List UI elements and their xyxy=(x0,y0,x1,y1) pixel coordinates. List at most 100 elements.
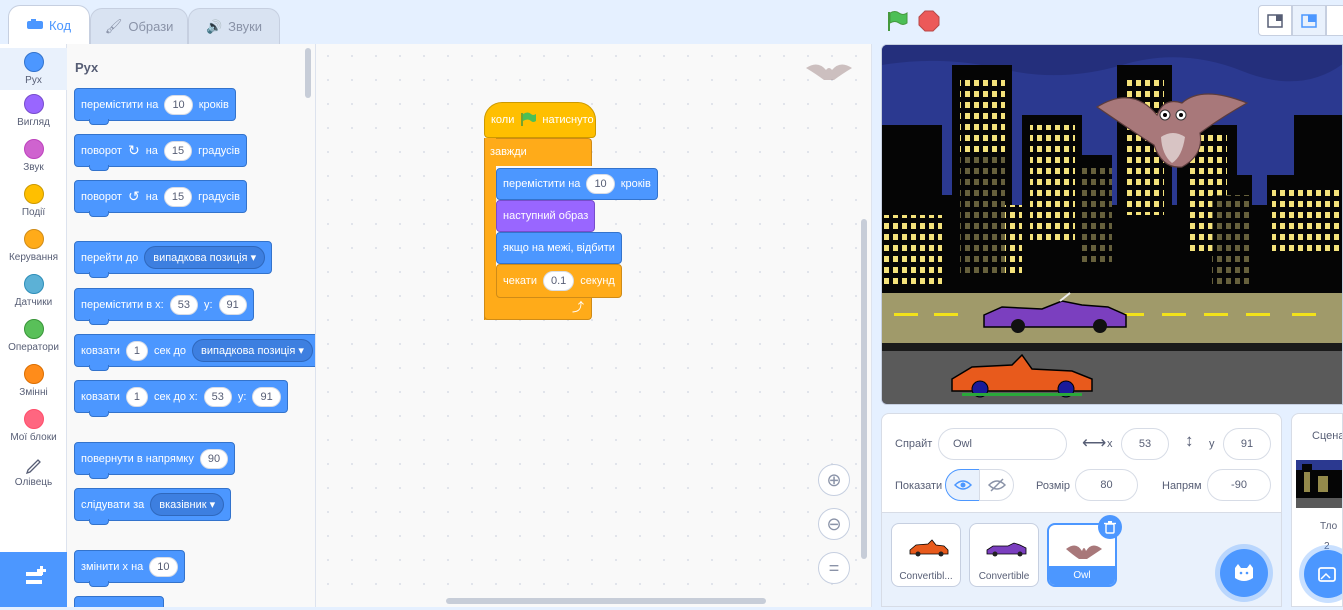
fullscreen-button[interactable] xyxy=(1326,5,1343,36)
tab-sounds[interactable]: 🔊 Звуки xyxy=(188,8,280,44)
block-goto-xy[interactable]: перемістити в x: 53 y: 91 xyxy=(74,288,254,325)
block-text: наступний образ xyxy=(503,210,589,222)
script-hat-block[interactable]: коли натиснуто xyxy=(484,102,596,138)
category-variables[interactable]: Змінні xyxy=(0,364,67,398)
block-input[interactable]: 53 xyxy=(203,386,232,407)
tab-costumes[interactable]: 🖌 Образи xyxy=(90,8,188,44)
category-sensing[interactable]: Датчики xyxy=(0,274,67,308)
block-input[interactable]: 15 xyxy=(163,186,193,207)
block-point-towards[interactable]: слідувати за вказівник ▾ xyxy=(74,488,232,525)
block-input[interactable]: 10 xyxy=(149,556,178,577)
block-input[interactable]: 1 xyxy=(125,340,149,361)
block-input[interactable]: 15 xyxy=(163,140,193,161)
palette-scrollbar[interactable] xyxy=(305,48,311,98)
rotate-left-icon: ↺ xyxy=(127,188,140,204)
category-label: Олівець xyxy=(14,477,53,488)
category-looks[interactable]: Вигляд xyxy=(0,94,67,128)
sprite-thumb-label: Convertible xyxy=(978,571,1030,582)
stop-icon[interactable] xyxy=(918,10,940,32)
trash-icon xyxy=(1104,520,1116,534)
category-dot-icon xyxy=(23,139,44,159)
block-dropdown[interactable]: вказівник ▾ xyxy=(150,493,225,516)
category-dot-icon xyxy=(23,319,44,339)
x-input[interactable]: 53 xyxy=(1121,428,1169,460)
script-horizontal-scrollbar[interactable] xyxy=(446,598,766,604)
block-input[interactable]: 1 xyxy=(125,386,149,407)
zoom-out-button[interactable]: ⊖ xyxy=(818,508,850,540)
pen-icon xyxy=(0,454,67,475)
eye-off-icon xyxy=(987,478,1006,492)
zoom-reset-button[interactable]: = xyxy=(818,552,850,584)
add-extension-icon xyxy=(26,566,46,584)
block-goto[interactable]: перейти до випадкова позиція ▾ xyxy=(74,241,273,278)
green-flag-icon[interactable] xyxy=(885,10,909,32)
sprite-thumb-convertible-2[interactable]: Convertible xyxy=(969,523,1039,587)
add-backdrop-button[interactable] xyxy=(1304,550,1342,598)
block-input[interactable]: 0.1 xyxy=(542,271,575,291)
add-sprite-button[interactable] xyxy=(1220,549,1268,597)
stage-panel[interactable]: Сцена Тло 2 xyxy=(1291,413,1343,607)
category-sound[interactable]: Звук xyxy=(0,139,67,173)
size-input[interactable]: 80 xyxy=(1075,469,1138,501)
script-vertical-scrollbar[interactable] xyxy=(861,219,867,559)
block-move-steps[interactable]: перемістити на 10 кроків xyxy=(74,88,236,125)
show-sprite-button[interactable] xyxy=(945,469,980,501)
category-events[interactable]: Події xyxy=(0,184,67,218)
category-pen[interactable]: Олівець xyxy=(0,454,67,488)
block-input[interactable]: 91 xyxy=(218,294,247,315)
block-text: на xyxy=(145,144,158,157)
block-dropdown[interactable]: випадкова позиція ▾ xyxy=(144,246,266,269)
block-input[interactable]: 10 xyxy=(164,94,193,115)
stage[interactable] xyxy=(881,44,1343,405)
script-next-costume-block[interactable]: наступний образ xyxy=(496,200,596,232)
category-control[interactable]: Керування xyxy=(0,229,67,263)
category-motion[interactable]: Рух xyxy=(0,48,67,90)
category-label: Звук xyxy=(23,162,44,173)
sprite-name-input[interactable]: Owl xyxy=(938,428,1067,460)
block-point-direction[interactable]: повернути в напрямку 90 xyxy=(74,442,236,479)
category-operators[interactable]: Оператори xyxy=(0,319,67,353)
block-partial[interactable] xyxy=(74,596,164,607)
backdrops-label: Тло xyxy=(1320,521,1338,532)
block-glide[interactable]: ковзати 1 сек до випадкова позиція ▾ xyxy=(74,334,315,371)
sprite-thumb-label: Convertibl... xyxy=(899,571,953,582)
stage-backdrop xyxy=(882,45,1342,404)
sprite-thumb-convertible-1[interactable]: Convertibl... xyxy=(891,523,961,587)
category-my-blocks[interactable]: Мої блоки xyxy=(0,409,67,443)
block-turn-left[interactable]: поворот ↺ на 15 градусів xyxy=(74,180,247,217)
block-text: перемістити на xyxy=(503,178,581,190)
script-move-block[interactable]: перемістити на 10 кроків xyxy=(496,168,658,200)
block-text: поворот xyxy=(81,144,122,157)
block-text: градусів xyxy=(198,190,240,203)
y-input[interactable]: 91 xyxy=(1223,428,1271,460)
category-dot-icon xyxy=(23,94,44,114)
category-label: Керування xyxy=(8,252,59,263)
block-input[interactable]: 10 xyxy=(586,174,615,194)
direction-input[interactable]: -90 xyxy=(1207,469,1271,501)
script-wait-block[interactable]: чекати 0.1 секунд xyxy=(496,264,622,298)
tab-code[interactable]: Код xyxy=(8,5,90,44)
tab-code-label: Код xyxy=(48,17,72,33)
stage-panel-title: Сцена xyxy=(1312,430,1343,442)
add-extension-button[interactable] xyxy=(0,552,67,607)
block-turn-right[interactable]: поворот ↻ на 15 градусів xyxy=(74,134,247,171)
dropdown-value: випадкова позиція xyxy=(153,252,248,264)
block-input[interactable]: 90 xyxy=(199,448,229,469)
block-input[interactable]: 91 xyxy=(252,386,281,407)
block-dropdown[interactable]: випадкова позиція ▾ xyxy=(192,339,313,362)
block-glide-xy[interactable]: ковзати 1 сек до x: 53 y: 91 xyxy=(74,380,288,417)
image-plus-icon xyxy=(1318,567,1336,582)
block-input[interactable]: 53 xyxy=(169,294,198,315)
zoom-in-button[interactable]: ⊕ xyxy=(818,464,850,496)
sprite-list: Convertibl... Convertible Owl xyxy=(881,513,1282,607)
script-bounce-block[interactable]: якщо на межі, відбити xyxy=(496,232,622,264)
small-stage-button[interactable] xyxy=(1258,5,1292,36)
script-area[interactable]: коли натиснуто завжди ⤴ перемістити на 1… xyxy=(316,44,872,607)
hide-sprite-button[interactable] xyxy=(979,469,1014,501)
delete-sprite-button[interactable] xyxy=(1098,515,1122,539)
normal-stage-button[interactable] xyxy=(1292,5,1326,36)
block-text: ковзати xyxy=(81,390,120,403)
block-text: кроків xyxy=(620,178,651,190)
block-change-x[interactable]: змінити x на 10 xyxy=(74,550,185,587)
x-label: x xyxy=(1107,438,1113,450)
